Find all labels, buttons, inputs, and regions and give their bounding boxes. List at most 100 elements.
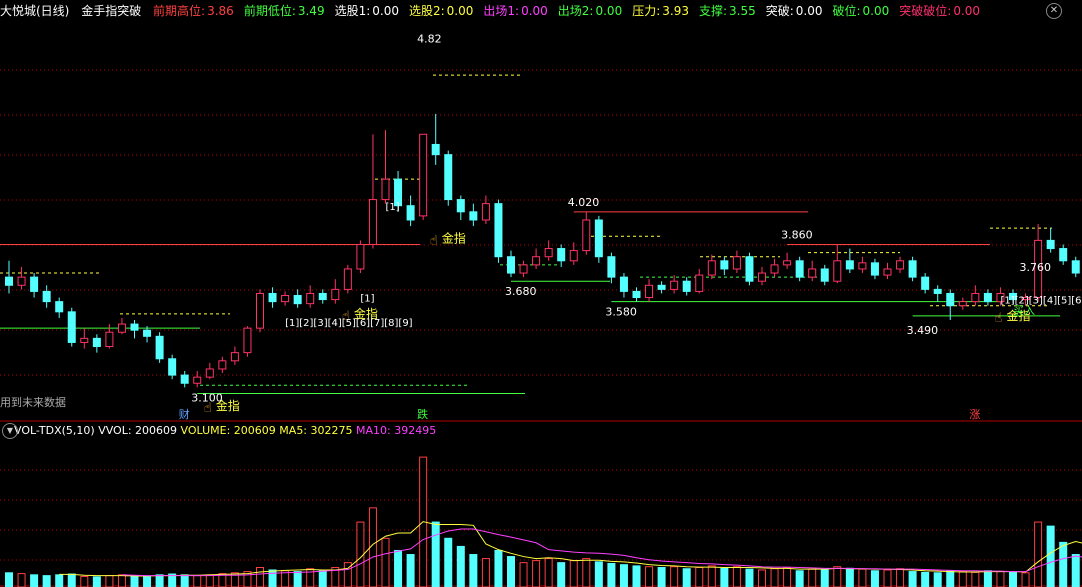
candle-body: [205, 368, 214, 378]
candle-body: [858, 262, 867, 270]
candle-body: [896, 260, 905, 270]
hand-pointer-icon: ☝: [994, 311, 1002, 326]
candle-body: [218, 360, 227, 370]
candle-body: [30, 276, 39, 292]
volume-bar: [820, 569, 829, 587]
volume-bar: [1071, 554, 1080, 587]
volume-bar: [318, 570, 327, 587]
candle-body: [758, 272, 766, 282]
candle-body: [130, 323, 139, 331]
sequence-label: [1][2][3][4][5][6][7][8][9]: [285, 318, 413, 329]
candle-body: [5, 276, 13, 286]
candle-body: [92, 337, 101, 348]
candle-body: [42, 290, 51, 303]
candle-body: [619, 276, 628, 292]
candle-body: [670, 280, 679, 290]
volume-bar: [946, 570, 955, 587]
volume-bar: [42, 575, 51, 587]
candle-body: [1071, 260, 1080, 274]
volume-bar: [1021, 572, 1030, 587]
volume-bar: [130, 575, 139, 587]
volume-bar: [1009, 571, 1017, 587]
candle-body: [456, 199, 465, 213]
candle-body: [381, 178, 390, 201]
volume-bar: [80, 575, 89, 587]
gold-finger-label: 金指: [442, 230, 466, 245]
candle-body: [306, 292, 315, 305]
volume-bar: [532, 560, 541, 587]
volume-bar: [682, 568, 691, 587]
volume-bar: [607, 562, 616, 587]
price-label: 3.680: [505, 285, 537, 298]
candle-body: [657, 284, 666, 290]
volume-bar: [444, 537, 453, 587]
candle-body: [444, 154, 453, 201]
candle-body: [933, 288, 942, 294]
candle-body: [318, 292, 327, 301]
event-marker: 涨: [969, 408, 980, 421]
volume-bar: [908, 571, 917, 587]
candle-body: [582, 219, 591, 252]
candlestick-chart[interactable]: 4.824.0203.8603.6803.5803.4903.1003.760☝…: [0, 0, 1082, 587]
candle-body: [883, 268, 892, 276]
candle-body: [55, 301, 64, 313]
volume-bar: [896, 568, 905, 587]
volume-bar: [770, 568, 779, 587]
volume-bar: [1034, 521, 1043, 587]
candle-body: [368, 199, 377, 245]
candle-body: [155, 335, 164, 360]
candle-body: [406, 205, 415, 221]
hand-pointer-icon: ☝: [430, 233, 438, 248]
candle-body: [243, 327, 252, 354]
volume-bar: [594, 561, 603, 587]
volume-bar: [193, 575, 202, 587]
volume-bar: [394, 549, 403, 587]
candle-body: [17, 276, 26, 286]
volume-bar: [92, 576, 101, 587]
volume-bar: [645, 566, 654, 587]
volume-bar: [758, 569, 766, 587]
volume-bar: [971, 571, 980, 587]
volume-bar: [795, 570, 804, 587]
candle-body: [532, 256, 541, 266]
volume-bar: [619, 564, 628, 587]
candle-body: [732, 256, 741, 270]
candle-body: [795, 260, 804, 278]
volume-bar: [1059, 541, 1068, 587]
volume-bar: [268, 569, 277, 587]
sequence-label: [1][2][3][4][5][6][7]: [1000, 296, 1082, 307]
candle-body: [1046, 239, 1055, 250]
volume-bar: [205, 574, 214, 587]
volume-bar: [507, 556, 515, 587]
candle-body: [946, 292, 955, 307]
candle-body: [745, 256, 754, 282]
volume-bar: [732, 566, 741, 587]
candle-body: [695, 274, 704, 292]
sequence-label: [1]: [360, 294, 374, 305]
volume-bar: [958, 571, 967, 587]
volume-bar: [67, 573, 76, 587]
candle-body: [845, 260, 854, 270]
candle-body: [168, 358, 177, 376]
candle-body: [256, 292, 264, 329]
volume-bar: [143, 576, 152, 587]
volume-bar: [381, 537, 390, 587]
price-label: 3.860: [781, 228, 813, 241]
volume-bar: [783, 567, 792, 587]
volume-bar: [293, 571, 302, 587]
candle-body: [594, 219, 603, 258]
candle-body: [908, 260, 917, 278]
candle-body: [268, 292, 277, 303]
volume-bar: [933, 572, 942, 587]
candle-body: [494, 203, 503, 258]
volume-bar: [17, 573, 26, 587]
candle-body: [519, 264, 528, 274]
volume-bar: [117, 574, 126, 587]
volume-bar: [632, 565, 641, 587]
volume-bar: [456, 545, 465, 587]
candle-body: [707, 260, 716, 276]
volume-bar: [983, 570, 992, 587]
candle-body: [820, 268, 829, 282]
volume-bar: [557, 562, 566, 587]
candle-body: [783, 260, 792, 266]
